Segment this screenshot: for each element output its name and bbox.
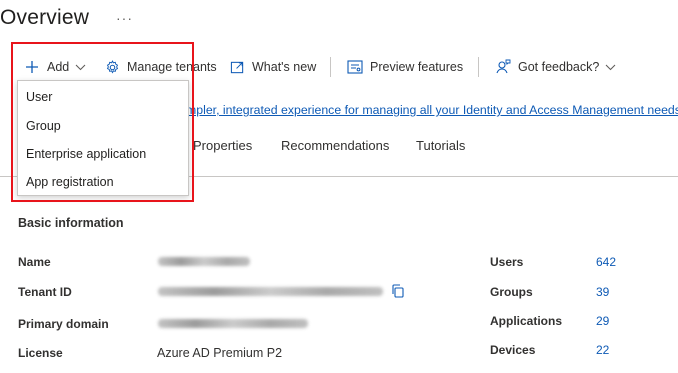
tab-recommendations[interactable]: Recommendations (281, 138, 389, 153)
tab-tutorials[interactable]: Tutorials (416, 138, 465, 153)
new-experience-banner-link[interactable]: mpler, integrated experience for managin… (186, 103, 678, 117)
preview-features-button[interactable]: Preview features (347, 56, 463, 78)
redacted-name-value (158, 257, 250, 266)
name-label: Name (18, 255, 51, 269)
plus-icon (24, 59, 40, 75)
groups-label: Groups (490, 285, 533, 299)
devices-label: Devices (490, 343, 536, 357)
whats-new-button[interactable]: What's new (229, 56, 316, 78)
external-link-icon (229, 59, 245, 75)
redacted-tenant-id-value (158, 287, 383, 296)
menu-item-enterprise-application[interactable]: Enterprise application (26, 147, 146, 161)
copy-icon[interactable] (390, 283, 406, 304)
menu-item-group[interactable]: Group (26, 119, 61, 133)
toolbar-divider (330, 57, 331, 77)
add-button[interactable]: Add (24, 56, 86, 78)
manage-tenants-button[interactable]: Manage tenants (104, 56, 217, 78)
gear-icon (104, 59, 120, 75)
redacted-primary-domain-value (158, 319, 308, 328)
license-label: License (18, 346, 63, 360)
groups-count-link[interactable]: 39 (596, 285, 609, 299)
feedback-icon (495, 59, 511, 75)
license-value: Azure AD Premium P2 (157, 346, 283, 360)
feedback-label: Got feedback? (518, 60, 600, 74)
basic-info-heading: Basic information (18, 216, 124, 230)
toolbar-divider (478, 57, 479, 77)
feedback-button[interactable]: Got feedback? (495, 56, 616, 78)
tab-properties[interactable]: Properties (193, 138, 252, 153)
users-label: Users (490, 255, 524, 269)
add-button-label: Add (47, 60, 70, 74)
whats-new-label: What's new (252, 60, 317, 74)
tenant-id-label: Tenant ID (18, 285, 72, 299)
users-count-link[interactable]: 642 (596, 255, 616, 269)
devices-count-link[interactable]: 22 (596, 343, 609, 357)
preview-features-label: Preview features (370, 60, 464, 74)
more-options-button[interactable]: ··· (116, 10, 133, 26)
menu-item-app-registration[interactable]: App registration (26, 175, 114, 189)
menu-item-user[interactable]: User (26, 90, 52, 104)
add-dropdown-menu: User Group Enterprise application App re… (17, 80, 189, 196)
preview-icon (347, 59, 363, 75)
applications-count-link[interactable]: 29 (596, 314, 609, 328)
chevron-down-icon (75, 60, 86, 74)
manage-tenants-label: Manage tenants (127, 60, 217, 74)
chevron-down-icon (605, 60, 616, 74)
primary-domain-label: Primary domain (18, 317, 109, 331)
applications-label: Applications (490, 314, 563, 328)
page-title: Overview (0, 6, 90, 29)
